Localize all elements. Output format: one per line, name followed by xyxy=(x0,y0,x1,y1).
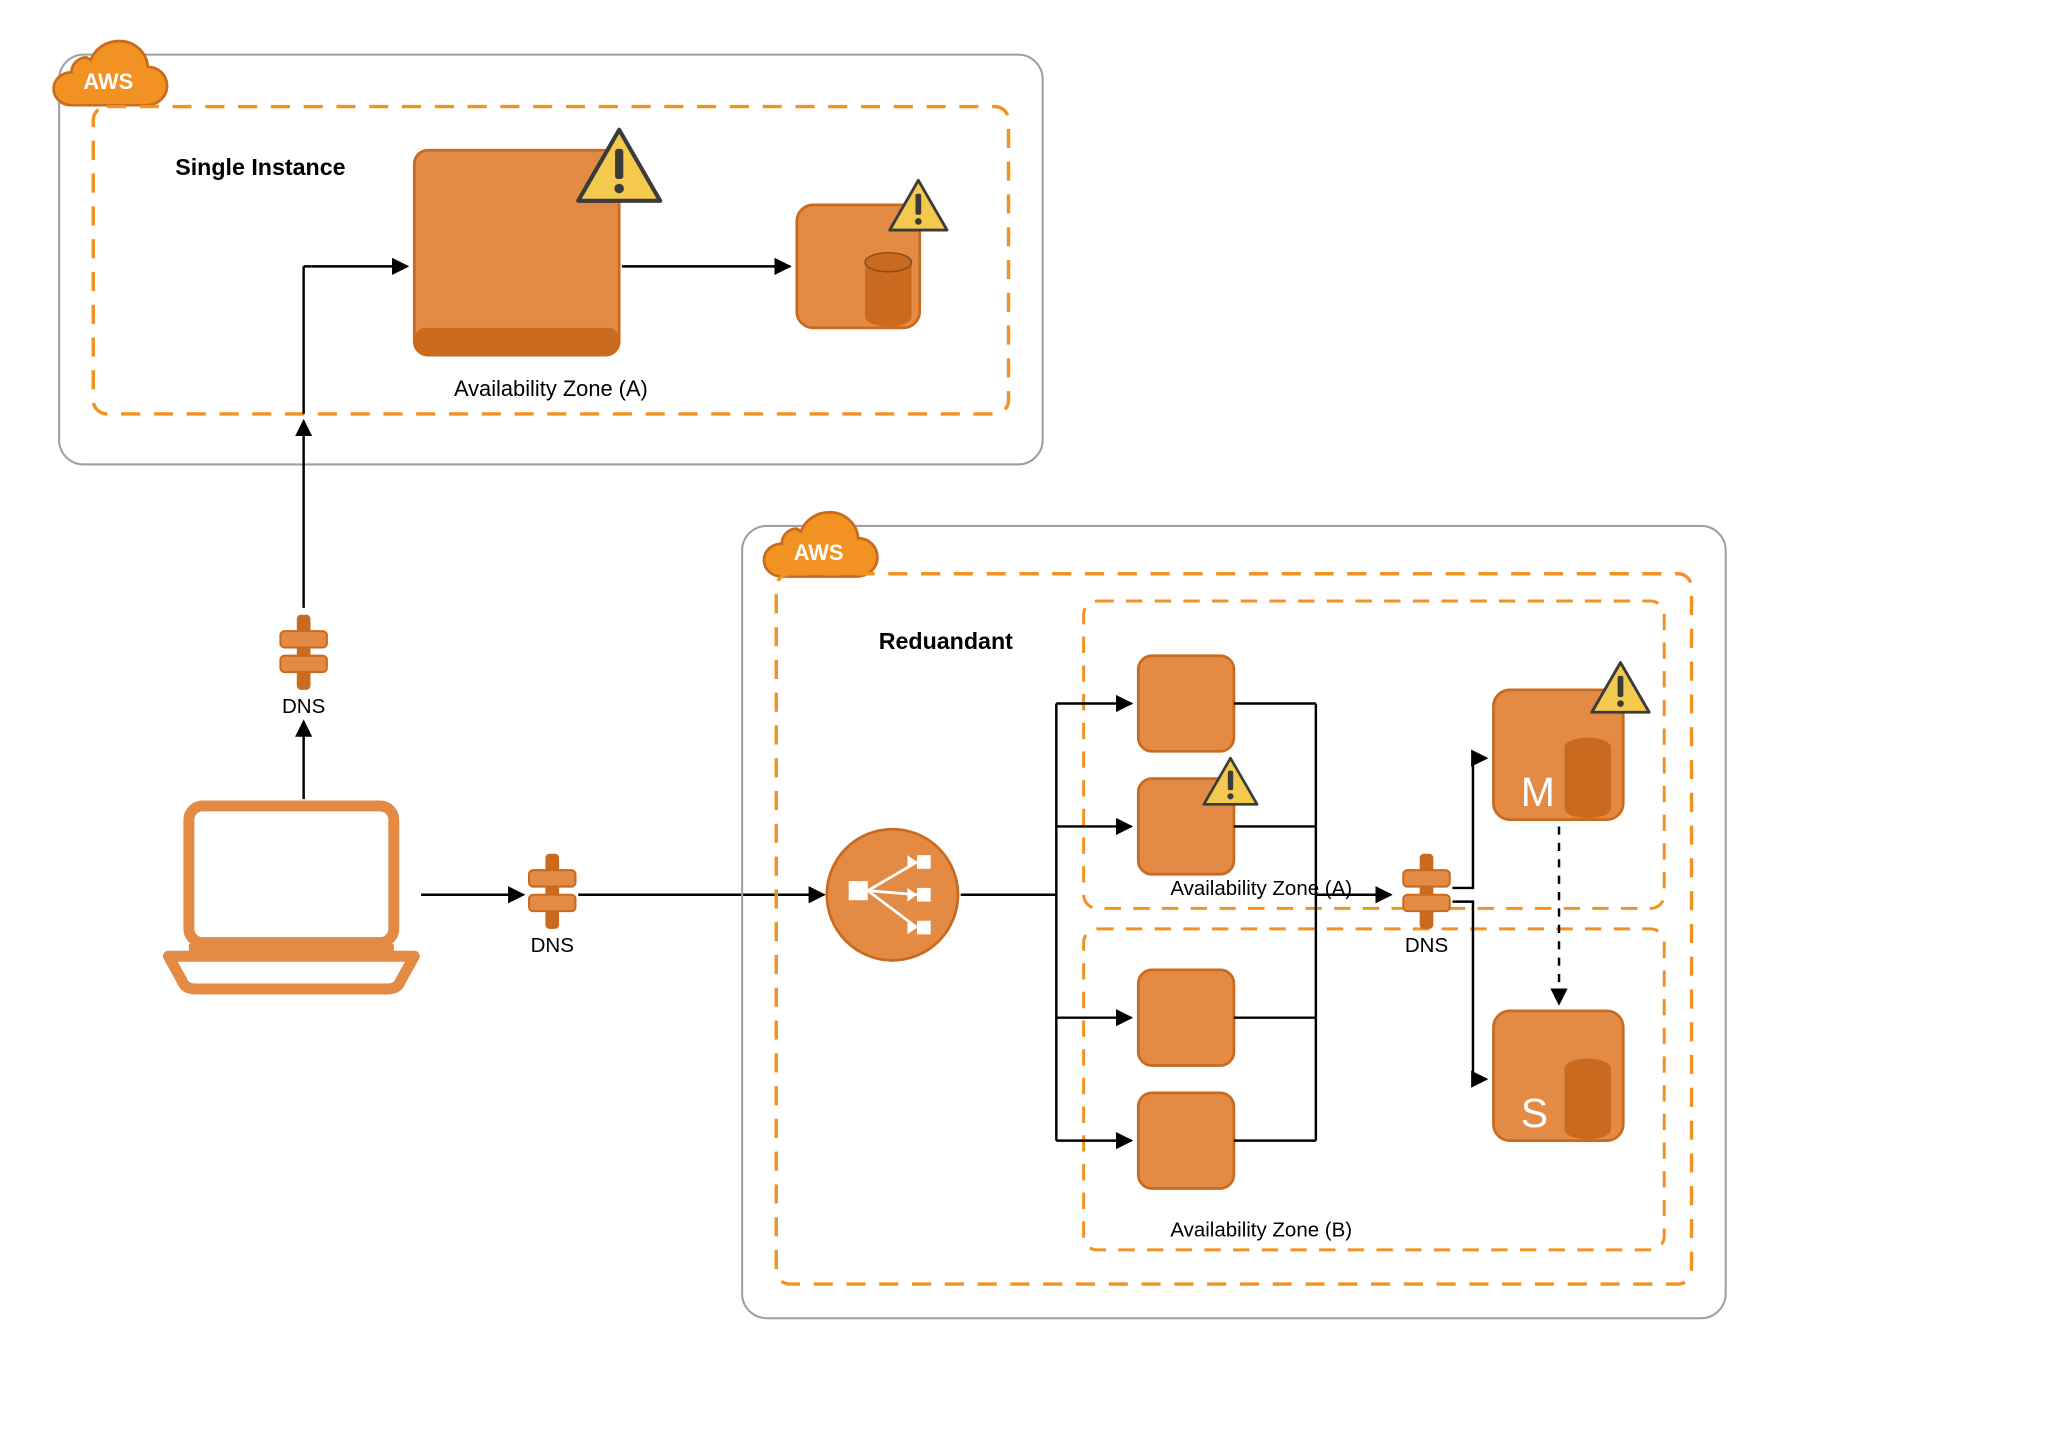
instance-b2 xyxy=(1138,1093,1234,1189)
dns-label-2: DNS xyxy=(531,934,574,957)
aws-cloud-badge-top: AWS xyxy=(54,41,167,105)
aws-cloud-badge-bottom: AWS xyxy=(764,512,877,576)
aws-cloud-bottom: AWS Reduandant xyxy=(742,512,1726,1318)
architecture-diagram: AWS Single Instance xyxy=(0,0,2058,1448)
dns-icon-3 xyxy=(1403,854,1449,929)
az-a-label-mid: Availability Zone (A) xyxy=(1170,877,1352,900)
aws-label-bottom: AWS xyxy=(794,540,844,565)
db-master-label: M xyxy=(1521,769,1555,815)
single-instance-title: Single Instance xyxy=(175,154,345,180)
db-slave: S xyxy=(1493,1011,1623,1141)
dns-label-1: DNS xyxy=(282,695,325,718)
az-a-label-top: Availability Zone (A) xyxy=(454,376,648,401)
redundant-title: Reduandant xyxy=(879,628,1013,654)
aws-label-top: AWS xyxy=(83,69,133,94)
instance-b1 xyxy=(1138,970,1234,1066)
instance-a1 xyxy=(1138,656,1234,752)
arrow-dns3-to-master xyxy=(1452,758,1486,888)
dns-icon-1 xyxy=(280,615,326,690)
laptop-icon xyxy=(168,806,414,989)
load-balancer-icon xyxy=(827,829,958,960)
instances-to-dns-arrows xyxy=(1234,704,1391,1141)
db-slave-label: S xyxy=(1521,1090,1548,1136)
dns-label-3: DNS xyxy=(1405,934,1448,957)
aws-cloud-top: AWS Single Instance xyxy=(54,41,1043,464)
az-b-label: Availability Zone (B) xyxy=(1170,1218,1352,1241)
elb-fanout-arrows xyxy=(961,704,1132,1141)
warning-icon xyxy=(1592,663,1649,713)
dns-icon-2 xyxy=(529,854,575,929)
